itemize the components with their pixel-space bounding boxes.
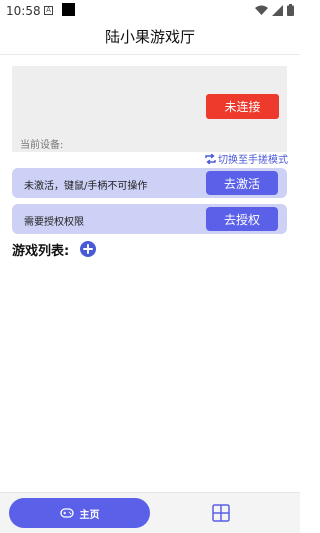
- bottom-nav: 主页: [0, 492, 300, 533]
- status-time: 10:58: [6, 4, 41, 18]
- authorization-message: 需要授权权限: [24, 217, 84, 228]
- activate-button[interactable]: 去激活: [206, 171, 278, 195]
- status-icons: [255, 4, 294, 16]
- nav-home-button[interactable]: 主页: [9, 498, 150, 528]
- switch-mode-label: 切换至手搓模式: [218, 155, 288, 166]
- page-title: 陆小果游戏厅: [104, 28, 195, 46]
- signal-icon: [272, 4, 283, 16]
- activation-banner: 未激活，键鼠/手柄不可操作 去激活: [12, 168, 287, 198]
- grid-icon[interactable]: [212, 504, 230, 522]
- add-game-button[interactable]: [80, 241, 96, 257]
- gamepad-icon: [59, 508, 74, 518]
- current-device-label: 当前设备:: [20, 140, 64, 151]
- header-divider: [0, 54, 300, 55]
- authorization-banner: 需要授权权限 去授权: [12, 204, 287, 234]
- game-list-label: 游戏列表:: [12, 244, 70, 259]
- notification-square-icon: [62, 3, 75, 16]
- device-card: 未连接 当前设备:: [12, 66, 287, 152]
- status-bar: 10:58 A: [0, 0, 300, 22]
- battery-icon: [287, 4, 294, 16]
- switch-icon: [205, 153, 216, 164]
- notification-a-icon: A: [44, 6, 53, 15]
- plus-icon: [83, 244, 93, 254]
- wifi-icon: [255, 5, 268, 15]
- connect-status-button[interactable]: 未连接: [206, 94, 279, 119]
- activation-message: 未激活，键鼠/手柄不可操作: [24, 181, 148, 192]
- authorize-button[interactable]: 去授权: [206, 207, 278, 231]
- nav-home-label: 主页: [79, 509, 100, 521]
- switch-mode-link[interactable]: 切换至手搓模式: [205, 151, 288, 166]
